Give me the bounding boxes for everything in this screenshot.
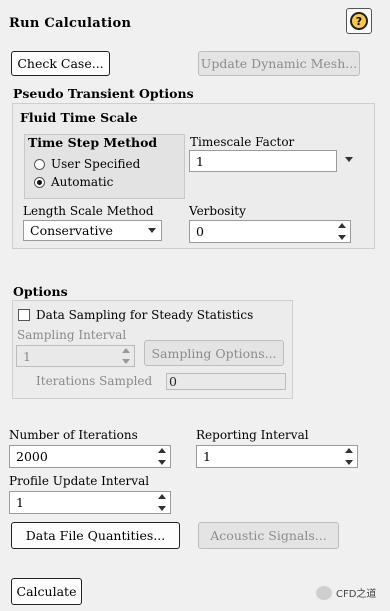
help-button[interactable]: ? [346,8,372,34]
verbosity-label: Verbosity [189,204,246,218]
watermark: CFD之道 [316,585,376,600]
reporting-interval-spinner[interactable] [343,448,355,465]
verbosity-input[interactable]: 0 [189,220,351,243]
length-scale-method-label: Length Scale Method [23,204,154,218]
time-step-method-label: Time Step Method [28,135,158,150]
spin-up-icon [158,494,166,499]
spin-up-icon [122,348,130,353]
calculate-button[interactable]: Calculate [11,578,82,605]
reporting-interval-input[interactable]: 1 [196,445,358,468]
profile-update-interval-label: Profile Update Interval [9,474,150,488]
reporting-interval-label: Reporting Interval [196,428,309,442]
spin-down-icon [122,359,130,364]
number-of-iterations-input[interactable]: 2000 [9,445,171,468]
timescale-factor-label: Timescale Factor [190,135,295,149]
spin-down-icon [345,460,353,465]
number-of-iterations-spinner[interactable] [156,448,168,465]
sampling-options-button[interactable]: Sampling Options... [144,340,284,366]
sampling-interval-label: Sampling Interval [17,328,127,342]
spin-up-icon [158,448,166,453]
timescale-factor-input[interactable]: 1 [189,150,337,172]
iterations-sampled-label: Iterations Sampled [36,374,153,388]
radio-selected-icon [34,176,45,188]
radio-user-specified[interactable]: User Specified [34,157,140,171]
radio-label-user-specified: User Specified [51,157,141,171]
spin-down-icon [158,506,166,511]
profile-update-interval-spinner[interactable] [156,494,168,511]
iterations-sampled-value: 0 [166,373,286,390]
spin-down-icon [158,460,166,465]
radio-automatic[interactable]: Automatic [34,175,113,189]
radio-icon [34,158,45,170]
chevron-down-icon [148,228,156,233]
data-sampling-checkbox[interactable]: Data Sampling for Steady Statistics [18,308,253,322]
sampling-interval-spinner[interactable] [120,348,132,364]
sampling-interval-input[interactable]: 1 [16,345,135,367]
profile-update-interval-value: 1 [16,495,24,510]
verbosity-spinner[interactable] [336,223,348,240]
panel-title: Run Calculation [9,16,132,31]
wechat-icon [316,585,332,600]
radio-label-automatic: Automatic [51,175,114,189]
sampling-interval-value: 1 [23,348,31,364]
length-scale-method-value: Conservative [30,223,113,238]
spin-down-icon [338,235,346,240]
profile-update-interval-input[interactable]: 1 [9,491,171,514]
help-icon: ? [350,12,368,30]
check-case-button[interactable]: Check Case... [11,51,110,76]
chevron-down-icon [345,157,353,162]
number-of-iterations-label: Number of Iterations [9,428,138,442]
spin-up-icon [345,448,353,453]
fluid-time-scale-title: Fluid Time Scale [20,110,138,125]
verbosity-value: 0 [196,224,204,239]
checkbox-icon [18,309,30,321]
options-title: Options [13,284,68,299]
reporting-interval-value: 1 [203,449,211,464]
watermark-text: CFD之道 [336,589,377,600]
pseudo-transient-title: Pseudo Transient Options [13,86,194,101]
spin-up-icon [338,223,346,228]
update-dynamic-mesh-button[interactable]: Update Dynamic Mesh... [198,51,360,76]
number-of-iterations-value: 2000 [16,449,48,464]
data-file-quantities-button[interactable]: Data File Quantities... [11,522,180,549]
acoustic-signals-button[interactable]: Acoustic Signals... [198,522,339,549]
timescale-factor-dropdown[interactable] [345,157,353,162]
data-sampling-label: Data Sampling for Steady Statistics [36,308,254,322]
length-scale-method-select[interactable]: Conservative [23,220,162,241]
